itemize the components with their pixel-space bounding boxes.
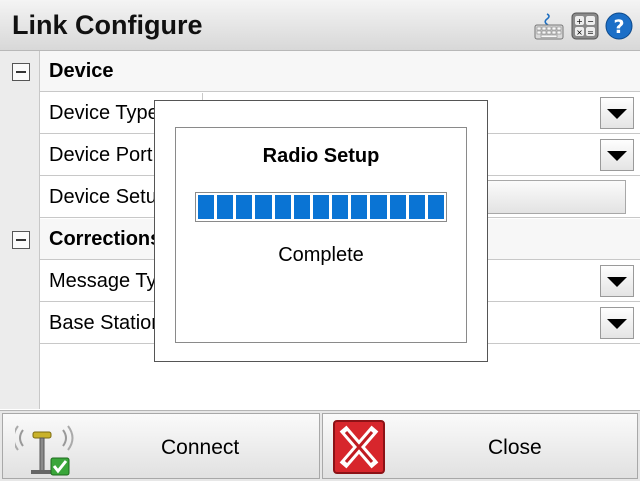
progress-segment [293,195,310,219]
progress-segment [217,195,234,219]
progress-segment [274,195,291,219]
progress-segment [408,195,425,219]
title-bar: Link Configure + − × = ? [0,0,640,51]
bottom-bar: Connect Close [0,410,640,481]
connect-button[interactable]: Connect [2,413,320,479]
connect-label: Connect [161,436,240,459]
close-button[interactable]: Close [322,413,638,479]
progress-fill [198,195,445,219]
dropdown-arrow-icon[interactable] [600,139,634,171]
progress-bar [195,192,447,222]
collapse-device-icon[interactable] [12,63,30,81]
progress-segment [389,195,406,219]
dialog-status: Complete [278,244,364,266]
radio-setup-dialog: Radio Setup Complete [154,100,488,362]
progress-segment [198,195,215,219]
svg-text:+: + [576,17,583,26]
progress-segment [312,195,330,219]
dialog-panel: Radio Setup Complete [175,127,467,343]
radio-antenna-icon [12,418,75,481]
dropdown-arrow-icon[interactable] [600,97,634,129]
help-icon[interactable]: ? [605,12,633,40]
progress-segment [351,195,368,219]
progress-segment [332,195,349,219]
dropdown-arrow-icon[interactable] [600,265,634,297]
dialog-title: Radio Setup [262,145,380,167]
svg-text:=: = [587,28,594,37]
page-title: Link Configure [12,10,203,40]
dropdown-arrow-icon[interactable] [600,307,634,339]
group-label: Device [40,51,640,92]
collapse-corrections-icon[interactable] [12,231,30,249]
progress-segment [427,195,445,219]
close-label: Close [488,436,542,459]
progress-segment [236,195,253,219]
svg-text:?: ? [613,16,624,38]
progress-segment [370,195,387,219]
calculator-icon[interactable]: + − × = [571,12,599,40]
close-icon [333,420,385,479]
group-device: Device [0,51,640,93]
svg-text:−: − [587,17,594,26]
progress-segment [255,195,272,219]
svg-text:×: × [576,28,583,37]
keyboard-icon[interactable] [534,12,564,40]
